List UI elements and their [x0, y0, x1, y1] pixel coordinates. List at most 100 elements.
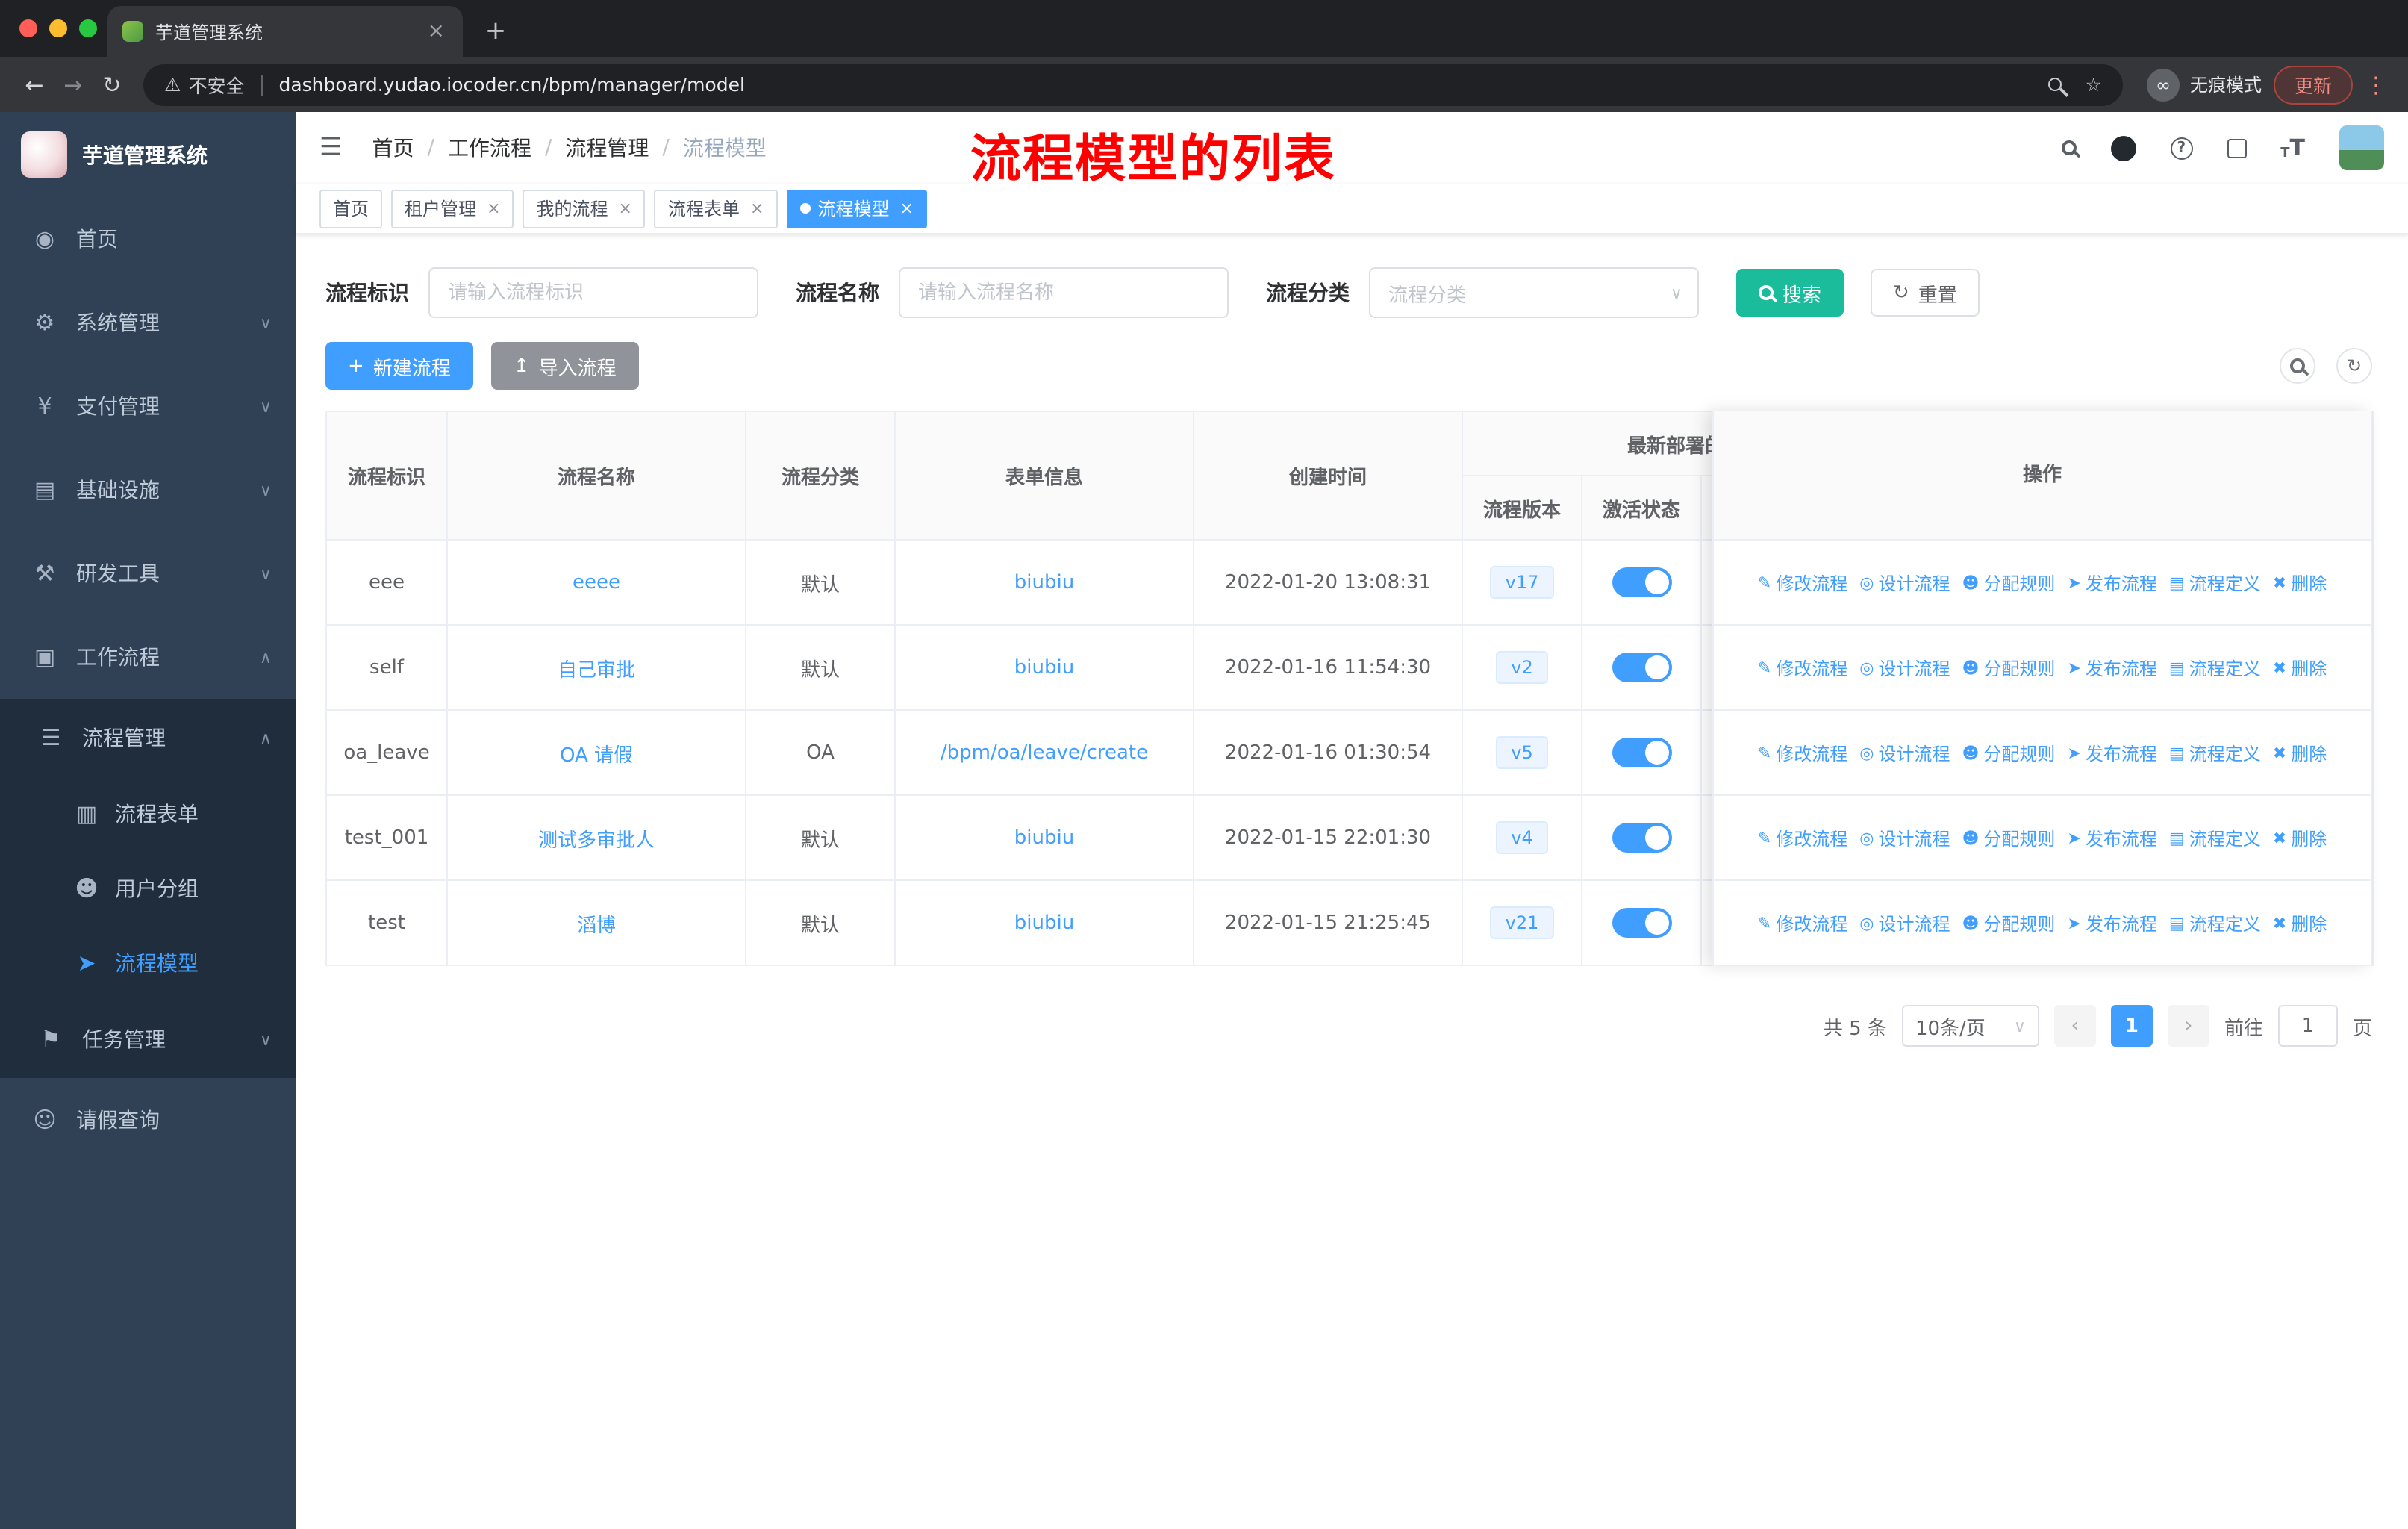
delete-link[interactable]: ✖ 删除: [2273, 910, 2327, 935]
design-process-link[interactable]: ◎ 设计流程: [1859, 825, 1950, 850]
process-category-select[interactable]: 流程分类 ∨: [1369, 267, 1699, 318]
close-icon[interactable]: ×: [899, 199, 913, 218]
delete-link[interactable]: ✖ 删除: [2273, 570, 2327, 595]
fullscreen-icon[interactable]: [2227, 138, 2247, 158]
tag-process-model[interactable]: 流程模型 ×: [786, 189, 927, 228]
breadcrumb-process-management[interactable]: 流程管理: [565, 133, 649, 163]
sidebar-item-user-group[interactable]: ☻ 用户分组: [0, 851, 296, 926]
tab-close-icon[interactable]: ×: [425, 19, 448, 43]
create-process-button[interactable]: + 新建流程: [325, 342, 473, 390]
process-definition-link[interactable]: ▤ 流程定义: [2169, 910, 2261, 935]
process-name-link[interactable]: 测试多审批人: [538, 829, 655, 852]
new-tab-button[interactable]: +: [478, 13, 514, 49]
design-process-link[interactable]: ◎ 设计流程: [1859, 570, 1950, 595]
browser-menu-icon[interactable]: ⋮: [2365, 71, 2387, 98]
goto-page-input[interactable]: [2277, 1005, 2338, 1047]
active-toggle[interactable]: [1612, 653, 1671, 682]
process-name-link[interactable]: 自己审批: [558, 659, 635, 682]
process-definition-link[interactable]: ▤ 流程定义: [2169, 570, 2261, 595]
publish-process-link[interactable]: ➤ 发布流程: [2067, 570, 2156, 595]
prev-page-button[interactable]: ‹: [2053, 1005, 2096, 1047]
form-info-link[interactable]: biubiu: [1014, 571, 1074, 594]
reset-button[interactable]: ↻ 重置: [1871, 269, 1980, 317]
forward-icon[interactable]: →: [54, 65, 93, 104]
help-icon[interactable]: ?: [2170, 137, 2193, 159]
tag-my-process[interactable]: 我的流程 ×: [523, 189, 646, 228]
browser-tab[interactable]: 芋道管理系统 ×: [107, 6, 463, 57]
next-page-button[interactable]: ›: [2167, 1005, 2209, 1047]
breadcrumb-workflow[interactable]: 工作流程: [448, 133, 531, 163]
assign-rule-link[interactable]: ☻ 分配规则: [1962, 655, 2055, 680]
reload-icon[interactable]: ↻: [93, 65, 131, 104]
sidebar-item-infrastructure[interactable]: ▤ 基础设施 ∨: [0, 448, 296, 532]
tag-tenant-management[interactable]: 租户管理 ×: [391, 189, 514, 228]
delete-link[interactable]: ✖ 删除: [2273, 825, 2327, 850]
close-icon[interactable]: ×: [487, 199, 500, 218]
edit-process-link[interactable]: ✎ 修改流程: [1758, 910, 1847, 935]
import-process-button[interactable]: ↥ 导入流程: [490, 342, 639, 390]
sidebar-item-devtools[interactable]: ⚒ 研发工具 ∨: [0, 532, 296, 615]
delete-link[interactable]: ✖ 删除: [2273, 740, 2327, 765]
process-name-link[interactable]: eeee: [573, 571, 620, 594]
process-definition-link[interactable]: ▤ 流程定义: [2169, 655, 2261, 680]
assign-rule-link[interactable]: ☻ 分配规则: [1962, 740, 2055, 765]
security-warning[interactable]: ⚠ 不安全: [164, 70, 244, 99]
sidebar-item-workflow[interactable]: ▣ 工作流程 ∧: [0, 615, 296, 699]
github-icon[interactable]: [2110, 135, 2136, 161]
process-definition-link[interactable]: ▤ 流程定义: [2169, 740, 2261, 765]
update-button[interactable]: 更新: [2273, 65, 2353, 104]
publish-process-link[interactable]: ➤ 发布流程: [2067, 825, 2156, 850]
sidebar-item-process-form[interactable]: ▥ 流程表单: [0, 776, 296, 851]
process-definition-link[interactable]: ▤ 流程定义: [2169, 825, 2261, 850]
sidebar-item-system[interactable]: ⚙ 系统管理 ∨: [0, 281, 296, 364]
process-name-link[interactable]: OA 请假: [560, 744, 633, 767]
bookmark-star-icon[interactable]: ☆: [2086, 73, 2102, 96]
publish-process-link[interactable]: ➤ 发布流程: [2067, 655, 2156, 680]
form-info-link[interactable]: /bpm/oa/leave/create: [941, 741, 1148, 764]
active-toggle[interactable]: [1612, 908, 1671, 938]
close-icon[interactable]: ×: [619, 199, 632, 218]
form-info-link[interactable]: biubiu: [1014, 656, 1074, 679]
toggle-search-button[interactable]: [2280, 348, 2315, 384]
design-process-link[interactable]: ◎ 设计流程: [1859, 910, 1950, 935]
edit-process-link[interactable]: ✎ 修改流程: [1758, 740, 1847, 765]
user-avatar[interactable]: [2339, 125, 2384, 170]
breadcrumb-home[interactable]: 首页: [372, 133, 414, 163]
edit-process-link[interactable]: ✎ 修改流程: [1758, 825, 1847, 850]
edit-process-link[interactable]: ✎ 修改流程: [1758, 655, 1847, 680]
assign-rule-link[interactable]: ☻ 分配规则: [1962, 825, 2055, 850]
zoom-window-button[interactable]: [79, 19, 97, 37]
sidebar-item-payment[interactable]: ¥ 支付管理 ∨: [0, 364, 296, 448]
tag-process-form[interactable]: 流程表单 ×: [654, 189, 778, 228]
refresh-table-button[interactable]: ↻: [2336, 348, 2372, 384]
sidebar-item-leave-query[interactable]: ☺ 请假查询: [0, 1078, 296, 1162]
minimize-window-button[interactable]: [49, 19, 67, 37]
address-bar[interactable]: ⚠ 不安全 dashboard.yudao.iocoder.cn/bpm/man…: [143, 63, 2123, 105]
sidebar-item-process-model[interactable]: ➤ 流程模型: [0, 926, 296, 1000]
sidebar-item-home[interactable]: ◉ 首页: [0, 197, 296, 281]
delete-link[interactable]: ✖ 删除: [2273, 655, 2327, 680]
process-key-input[interactable]: [428, 267, 758, 318]
page-number-1[interactable]: 1: [2110, 1005, 2153, 1047]
form-info-link[interactable]: biubiu: [1014, 912, 1074, 934]
assign-rule-link[interactable]: ☻ 分配规则: [1962, 570, 2055, 595]
active-toggle[interactable]: [1612, 738, 1671, 767]
publish-process-link[interactable]: ➤ 发布流程: [2067, 910, 2156, 935]
form-info-link[interactable]: biubiu: [1014, 826, 1074, 849]
close-icon[interactable]: ×: [750, 199, 764, 218]
active-toggle[interactable]: [1612, 823, 1671, 853]
process-name-link[interactable]: 滔博: [577, 915, 616, 937]
close-window-button[interactable]: [19, 19, 37, 37]
search-icon[interactable]: [2061, 140, 2077, 155]
sidebar-item-process-management[interactable]: ☰ 流程管理 ∧: [0, 699, 296, 776]
sidebar-toggle-icon[interactable]: ☰: [319, 133, 343, 163]
page-size-select[interactable]: 10条/页 ∨: [1901, 1005, 2039, 1047]
edit-process-link[interactable]: ✎ 修改流程: [1758, 570, 1847, 595]
design-process-link[interactable]: ◎ 设计流程: [1859, 655, 1950, 680]
font-size-icon[interactable]: T T: [2280, 134, 2305, 161]
sidebar-item-task-management[interactable]: ⚑ 任务管理 ∨: [0, 1000, 296, 1078]
process-name-input[interactable]: [899, 267, 1229, 318]
active-toggle[interactable]: [1612, 567, 1671, 597]
assign-rule-link[interactable]: ☻ 分配规则: [1962, 910, 2055, 935]
design-process-link[interactable]: ◎ 设计流程: [1859, 740, 1950, 765]
